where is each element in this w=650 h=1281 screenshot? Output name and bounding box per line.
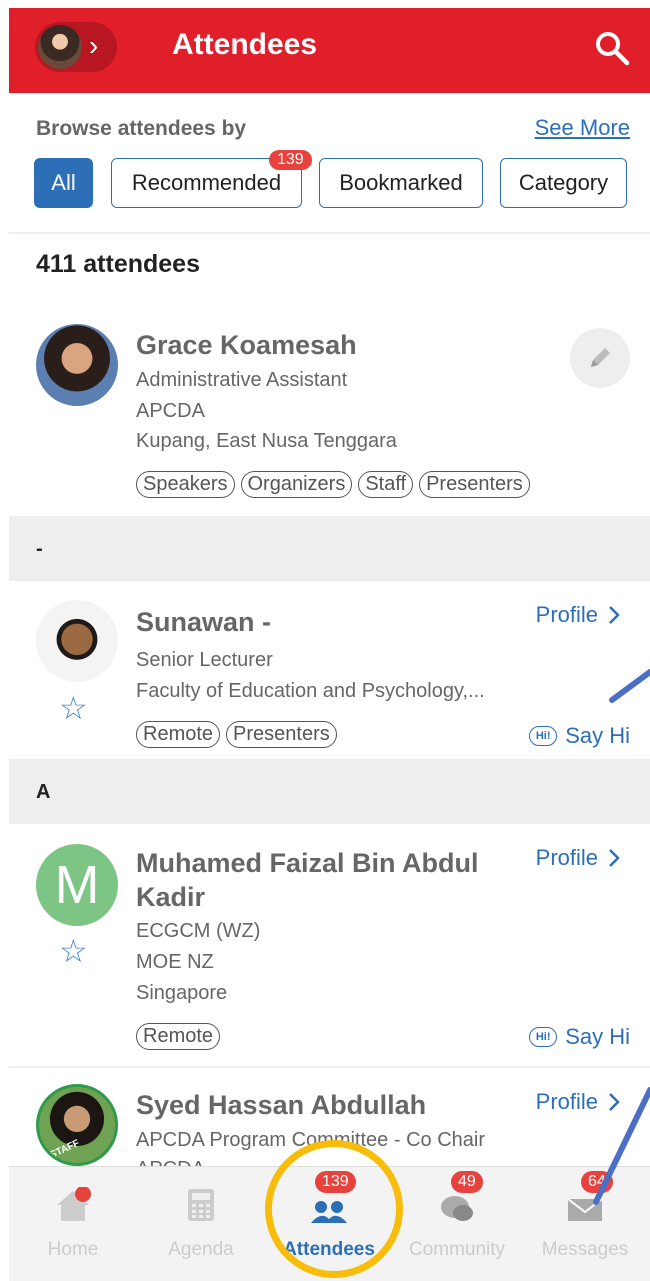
arrow-annotation — [593, 669, 650, 1205]
